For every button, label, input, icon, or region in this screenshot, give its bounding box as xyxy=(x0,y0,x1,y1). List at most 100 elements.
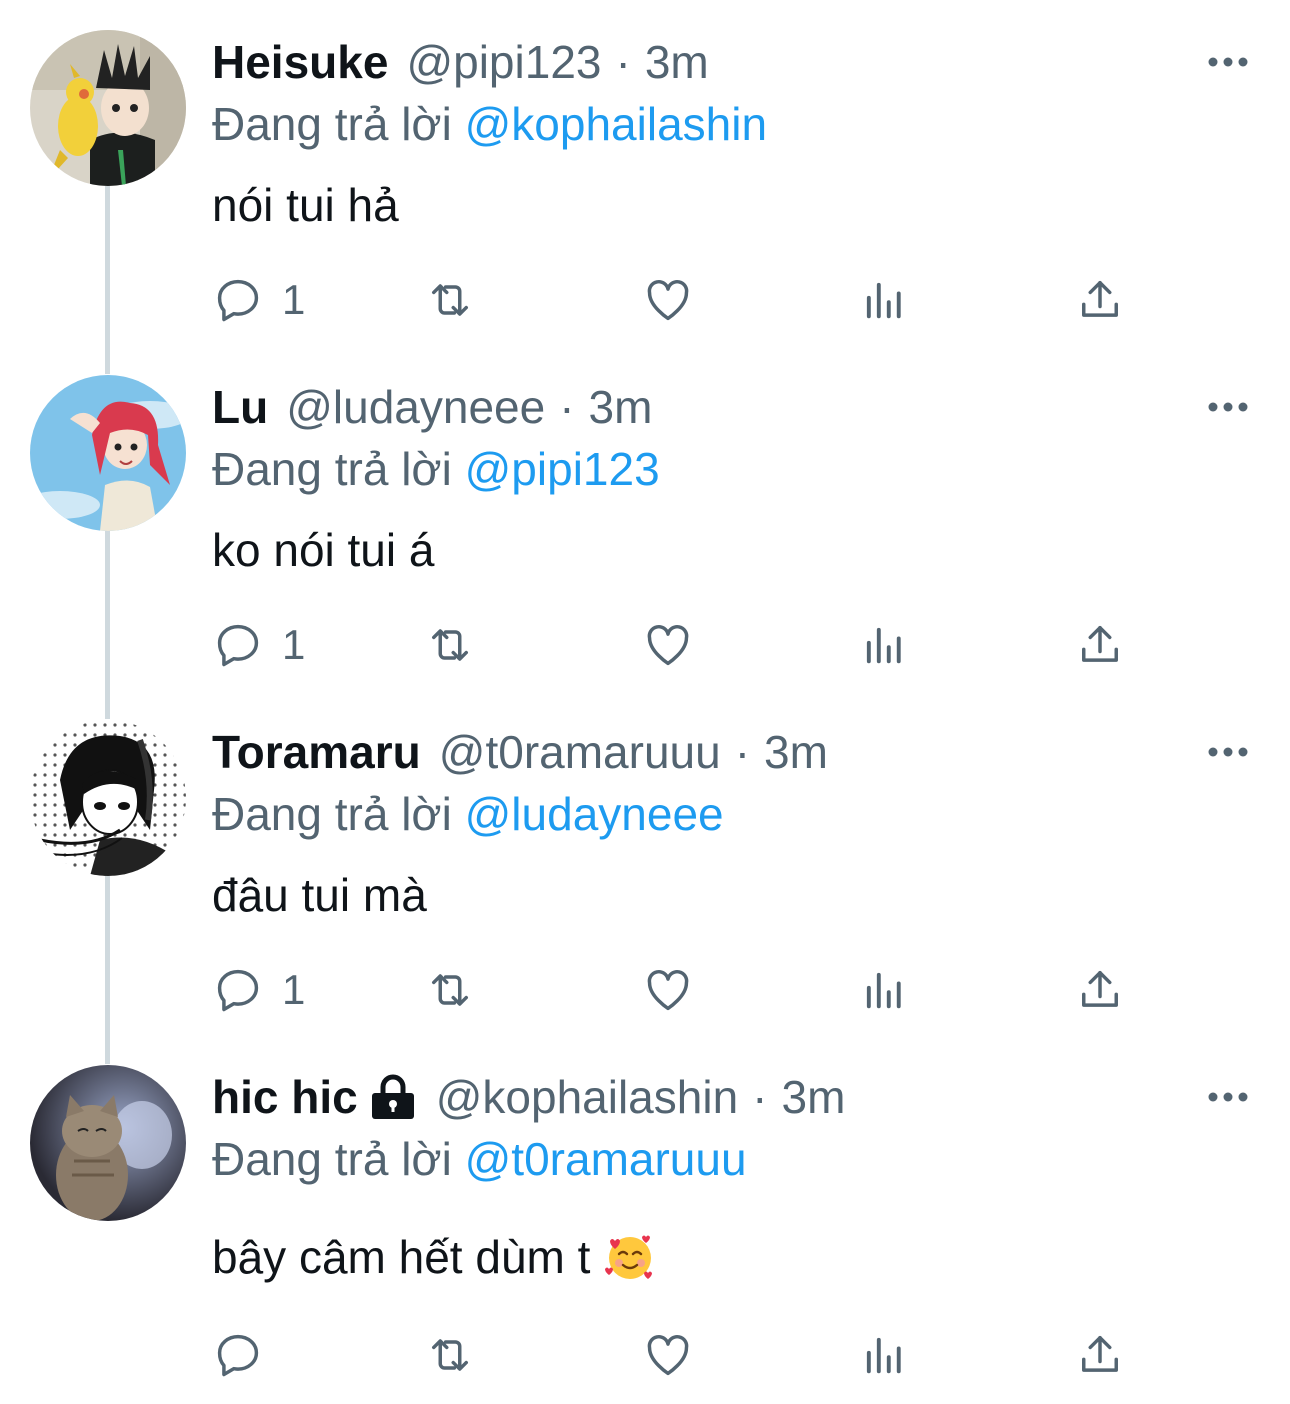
reply-count: 1 xyxy=(282,276,306,323)
tweet-text: nói tui hả xyxy=(212,173,399,237)
avatar[interactable] xyxy=(30,720,186,876)
separator-dot: · xyxy=(752,1071,768,1123)
separator-dot: · xyxy=(615,36,631,88)
tweet-text-content: đâu tui mà xyxy=(212,869,427,921)
replying-to: Đang trả lời @ludayneee xyxy=(212,783,724,845)
reply-to-handle[interactable]: @t0ramaruuu xyxy=(465,1133,747,1185)
share-icon xyxy=(1082,1335,1118,1372)
heart-icon xyxy=(647,1334,689,1376)
more-dots-icon xyxy=(1208,57,1248,67)
like-button[interactable] xyxy=(642,1327,694,1383)
tweet-actions: 1 xyxy=(212,272,1172,328)
user-handle[interactable]: @ludayneee xyxy=(286,377,545,437)
retweet-button[interactable] xyxy=(424,1327,476,1383)
reply-button[interactable]: 1 xyxy=(212,962,305,1018)
reply-button[interactable]: 1 xyxy=(212,272,305,328)
views-button[interactable] xyxy=(858,272,910,328)
replying-to: Đang trả lời @t0ramaruuu xyxy=(212,1128,747,1190)
like-button[interactable] xyxy=(642,617,694,673)
avatar[interactable] xyxy=(30,375,186,531)
tweet-header: Toramaru @t0ramaruuu · 3m xyxy=(212,722,828,782)
tweet-actions: 1 xyxy=(212,962,1172,1018)
separator-dot: · xyxy=(559,381,575,433)
more-dots-icon xyxy=(1208,747,1248,757)
replying-to-label: Đang trả lời xyxy=(212,1133,452,1185)
reply-to-handle[interactable]: @ludayneee xyxy=(465,788,724,840)
reply-button[interactable] xyxy=(212,1327,282,1383)
reply-icon xyxy=(217,1334,259,1377)
tweet-text-content: nói tui hả xyxy=(212,179,399,231)
display-name[interactable]: hic hic xyxy=(212,1067,358,1127)
replying-to-label: Đang trả lời xyxy=(212,98,452,150)
replying-to: Đang trả lời @pipi123 xyxy=(212,438,660,500)
share-button[interactable] xyxy=(1074,962,1126,1018)
views-chart-icon xyxy=(866,627,901,664)
manga-girl-avatar xyxy=(30,720,186,876)
heart-icon xyxy=(647,279,689,321)
user-handle[interactable]: @kophailashin xyxy=(436,1067,738,1127)
more-options-button[interactable] xyxy=(1200,738,1256,766)
tweet[interactable]: Lu @ludayneee · 3m Đang trả lời @pipi123… xyxy=(0,345,1290,690)
anime-boy-with-parrot-avatar xyxy=(30,30,186,186)
share-button[interactable] xyxy=(1074,1327,1126,1383)
share-icon xyxy=(1082,625,1118,662)
like-button[interactable] xyxy=(642,962,694,1018)
more-options-button[interactable] xyxy=(1200,393,1256,421)
replying-to-label: Đang trả lời xyxy=(212,443,452,495)
share-icon xyxy=(1082,280,1118,317)
tweet-header: Heisuke @pipi123 · 3m xyxy=(212,32,709,92)
reply-to-handle[interactable]: @kophailashin xyxy=(465,98,767,150)
user-handle[interactable]: @pipi123 xyxy=(406,32,601,92)
kitten-avatar xyxy=(30,1065,186,1221)
avatar[interactable] xyxy=(30,30,186,186)
display-name[interactable]: Heisuke xyxy=(212,32,388,92)
retweet-icon xyxy=(432,284,468,316)
like-button[interactable] xyxy=(642,272,694,328)
user-handle[interactable]: @t0ramaruuu xyxy=(439,722,721,782)
tweet-text-content: ko nói tui á xyxy=(212,524,435,576)
views-chart-icon xyxy=(866,972,901,1009)
retweet-icon xyxy=(432,1339,468,1371)
share-button[interactable] xyxy=(1074,272,1126,328)
retweet-icon xyxy=(432,974,468,1006)
reply-count: 1 xyxy=(282,966,306,1013)
smiling-face-with-hearts-emoji xyxy=(604,1231,656,1283)
share-button[interactable] xyxy=(1074,617,1126,673)
tweet[interactable]: Heisuke @pipi123 · 3m Đang trả lời @koph… xyxy=(0,0,1290,345)
retweet-button[interactable] xyxy=(424,272,476,328)
reply-icon xyxy=(217,279,259,322)
tweet[interactable]: hic hic @kophailashin · 3m Đang trả lời … xyxy=(0,1035,1290,1404)
display-name[interactable]: Toramaru xyxy=(212,722,421,782)
views-button[interactable] xyxy=(858,962,910,1018)
tweet-text: ko nói tui á xyxy=(212,518,434,582)
reply-icon xyxy=(217,969,259,1012)
replying-to: Đang trả lời @kophailashin xyxy=(212,93,767,155)
reply-icon xyxy=(217,624,259,667)
more-options-button[interactable] xyxy=(1200,48,1256,76)
retweet-button[interactable] xyxy=(424,617,476,673)
tweet[interactable]: Toramaru @t0ramaruuu · 3m Đang trả lời @… xyxy=(0,690,1290,1035)
views-chart-icon xyxy=(866,282,901,319)
reply-to-handle[interactable]: @pipi123 xyxy=(465,443,660,495)
tweet-text-content: bây câm hết dùm t xyxy=(212,1231,591,1283)
timestamp[interactable]: 3m xyxy=(781,1067,845,1127)
heart-icon xyxy=(647,624,689,666)
views-button[interactable] xyxy=(858,617,910,673)
timestamp[interactable]: 3m xyxy=(589,377,653,437)
retweet-button[interactable] xyxy=(424,962,476,1018)
avatar[interactable] xyxy=(30,1065,186,1221)
tweet-header: hic hic @kophailashin · 3m xyxy=(212,1067,845,1127)
timestamp[interactable]: 3m xyxy=(645,32,709,92)
tweet-actions: 1 xyxy=(212,617,1172,673)
tweet-text: bây câm hết dùm t xyxy=(212,1225,656,1289)
views-chart-icon xyxy=(866,1337,901,1374)
more-options-button[interactable] xyxy=(1200,1083,1256,1111)
views-button[interactable] xyxy=(858,1327,910,1383)
display-name[interactable]: Lu xyxy=(212,377,268,437)
reply-button[interactable]: 1 xyxy=(212,617,305,673)
share-icon xyxy=(1082,970,1118,1007)
reply-count: 1 xyxy=(282,621,306,668)
more-dots-icon xyxy=(1208,1092,1248,1102)
timestamp[interactable]: 3m xyxy=(764,722,828,782)
tweet-text: đâu tui mà xyxy=(212,863,427,927)
